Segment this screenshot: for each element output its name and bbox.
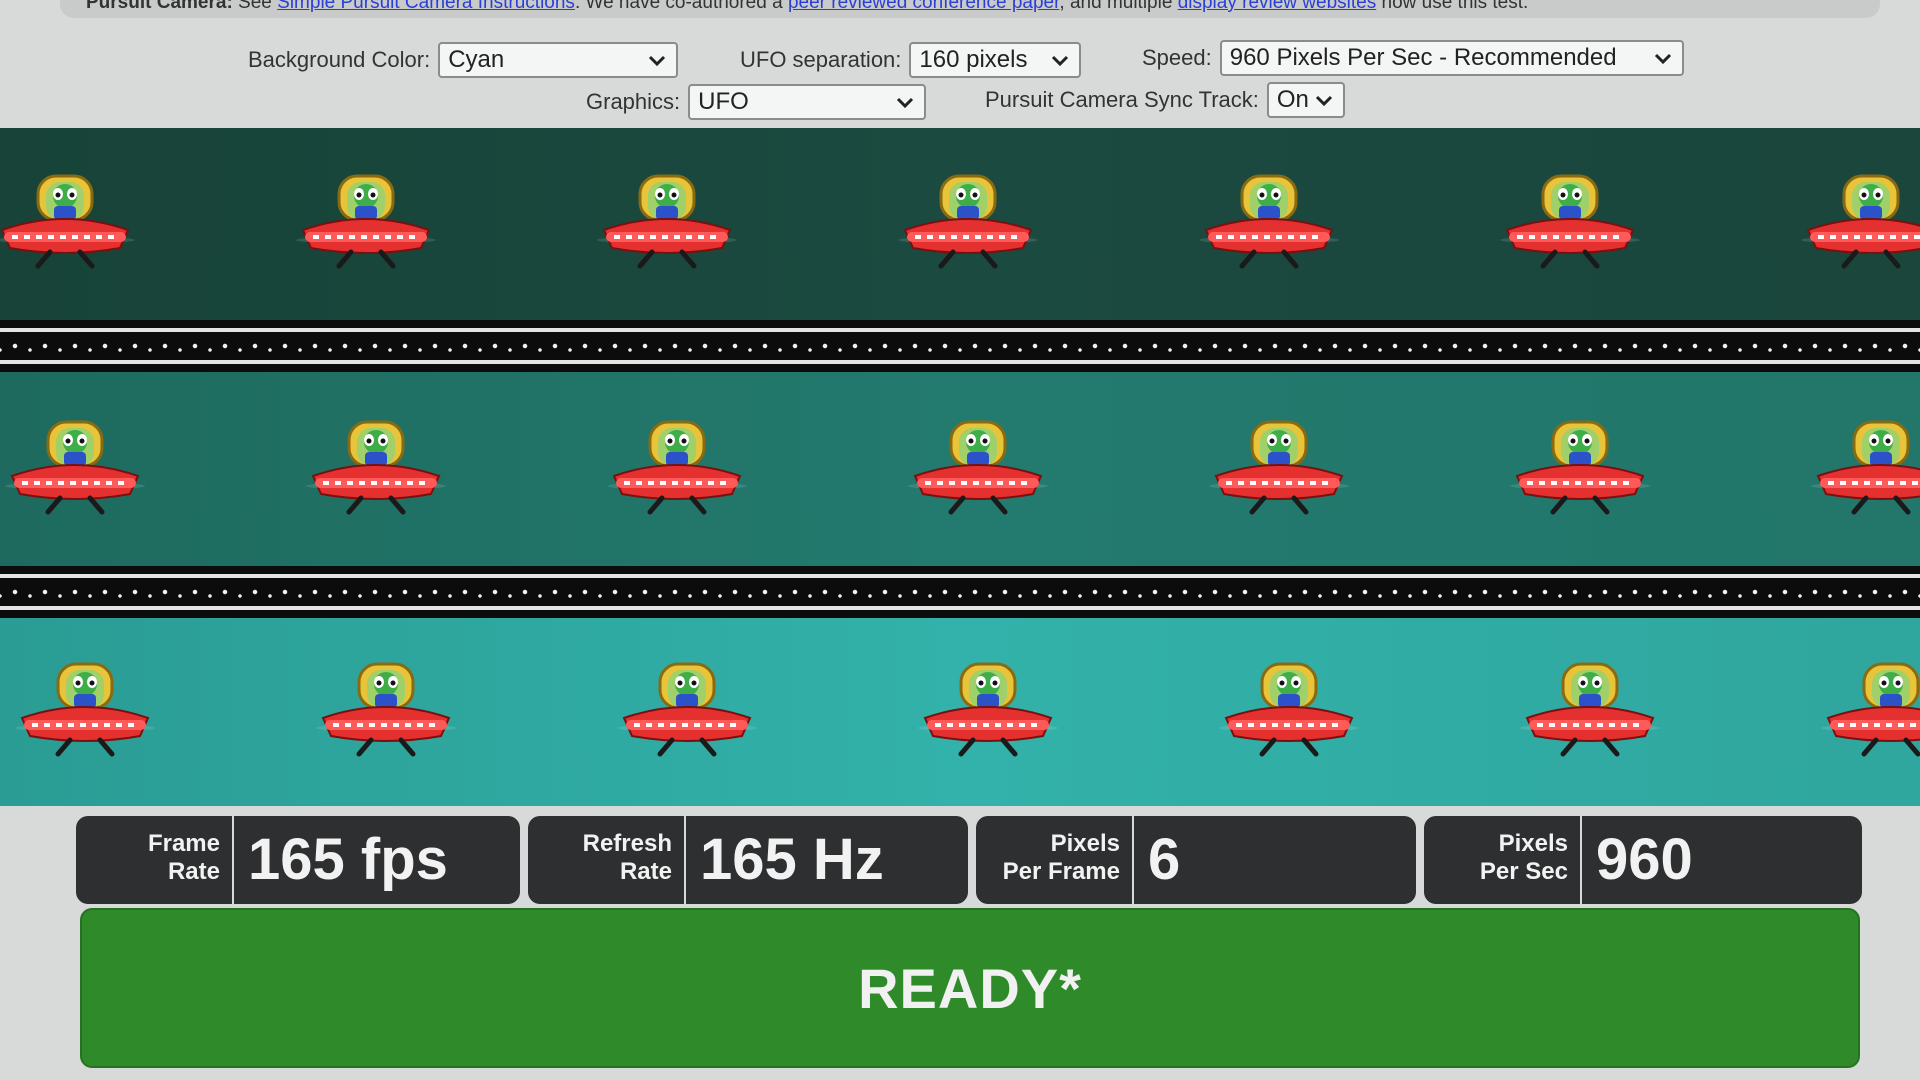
ufo-alien-icon	[893, 168, 1043, 286]
instructions-text-see: See	[232, 0, 278, 13]
sync-track-control: Pursuit Camera Sync Track: On	[985, 82, 1345, 118]
ufo-alien-icon	[903, 414, 1053, 532]
sync-track-label: Pursuit Camera Sync Track:	[985, 87, 1259, 112]
frame-rate-label-line2: Rate	[167, 858, 220, 885]
pixels-per-sec-stat: Pixels Per Sec 960	[1424, 816, 1862, 904]
pixels-per-frame-label-line2: Per Frame	[1002, 858, 1120, 885]
chevron-down-icon	[646, 49, 668, 71]
sync-track-select[interactable]: On	[1266, 82, 1345, 118]
pursuit-camera-instructions: Pursuit Camera: See Simple Pursuit Camer…	[60, 0, 1880, 18]
ufo-alien-icon	[602, 414, 752, 532]
instructions-text-and: , and multiple	[1059, 0, 1178, 13]
ufo-alien-icon	[1796, 168, 1920, 286]
background-color-control: Background Color: Cyan	[248, 42, 679, 78]
ufo-alien-icon	[1194, 168, 1344, 286]
ready-status-banner: READY*	[80, 908, 1860, 1068]
ufo-alien-icon	[612, 656, 762, 774]
sync-track-rail	[0, 328, 1920, 332]
graphics-value: UFO	[698, 88, 749, 115]
frame-rate-label: Frame Rate	[76, 816, 234, 904]
sync-track-markers	[0, 586, 1920, 598]
refresh-rate-stat: Refresh Rate 165 Hz	[528, 816, 968, 904]
ufo-lane-middle	[0, 372, 1920, 566]
ufo-alien-icon	[1495, 168, 1645, 286]
pixels-per-sec-label: Pixels Per Sec	[1424, 816, 1582, 904]
chevron-down-icon	[894, 91, 916, 113]
chevron-down-icon	[1652, 47, 1674, 69]
refresh-rate-label-line1: Refresh	[582, 830, 672, 857]
instructions-link[interactable]: Simple Pursuit Camera Instructions	[277, 0, 575, 13]
paper-link[interactable]: peer reviewed conference paper	[788, 0, 1059, 13]
pixels-per-frame-value: 6	[1148, 827, 1181, 892]
pursuit-camera-label: Pursuit Camera:	[86, 0, 233, 13]
ufo-alien-icon	[311, 656, 461, 774]
ufo-separation-control: UFO separation: 160 pixels	[740, 42, 1082, 78]
graphics-label: Graphics:	[586, 89, 681, 114]
ufo-alien-icon	[1816, 656, 1920, 774]
sync-track-rail	[0, 606, 1920, 610]
ufo-motion-test-area	[0, 128, 1920, 806]
ufo-alien-icon	[0, 414, 150, 532]
graphics-select[interactable]: UFO	[688, 84, 927, 120]
refresh-rate-value: 165 Hz	[700, 827, 884, 892]
ufo-alien-icon	[1515, 656, 1665, 774]
chevron-down-icon	[1049, 49, 1071, 71]
pixels-per-sec-label-line1: Pixels	[1498, 830, 1568, 857]
pixels-per-sec-label-line2: Per Sec	[1479, 858, 1568, 885]
ufo-alien-icon	[1204, 414, 1354, 532]
ufo-alien-icon	[1505, 414, 1655, 532]
speed-select[interactable]: 960 Pixels Per Sec - Recommended	[1219, 40, 1684, 76]
ufo-alien-icon	[291, 168, 441, 286]
sync-track-markers	[0, 340, 1920, 352]
instructions-text-end: now use this test.	[1376, 0, 1529, 13]
ufo-separation-value: 160 pixels	[919, 46, 1028, 73]
pixels-per-frame-label: Pixels Per Frame	[976, 816, 1134, 904]
ufo-separation-label: UFO separation:	[740, 47, 902, 72]
background-color-label: Background Color:	[248, 47, 431, 72]
ufo-separation-select[interactable]: 160 pixels	[909, 42, 1082, 78]
speed-value: 960 Pixels Per Sec - Recommended	[1229, 44, 1617, 71]
ufo-alien-icon	[592, 168, 742, 286]
sync-track-bottom	[0, 566, 1920, 618]
background-color-value: Cyan	[448, 46, 505, 73]
pixels-per-frame-label-line1: Pixels	[1050, 830, 1120, 857]
frame-rate-stat: Frame Rate 165 fps	[76, 816, 520, 904]
speed-control: Speed: 960 Pixels Per Sec - Recommended	[1142, 40, 1684, 76]
instructions-text-mid: . We have co-authored a	[574, 0, 788, 13]
pixels-per-frame-stat: Pixels Per Frame 6	[976, 816, 1416, 904]
frame-rate-value: 165 fps	[248, 827, 448, 892]
ufo-alien-icon	[1806, 414, 1920, 532]
ufo-alien-icon	[0, 168, 140, 286]
refresh-rate-label: Refresh Rate	[528, 816, 686, 904]
ufo-lane-bottom	[0, 618, 1920, 806]
frame-rate-label-line1: Frame	[147, 830, 220, 857]
sync-track-rail	[0, 574, 1920, 578]
background-color-select[interactable]: Cyan	[438, 42, 679, 78]
sync-track-value: On	[1276, 86, 1309, 113]
sync-track-top	[0, 320, 1920, 372]
graphics-control: Graphics: UFO	[586, 84, 927, 120]
ready-status-label: READY*	[858, 956, 1082, 1020]
stats-bar: Frame Rate 165 fps Refresh Rate 165 Hz P…	[76, 816, 1862, 908]
ufo-lane-top	[0, 128, 1920, 320]
ufo-alien-icon	[10, 656, 160, 774]
refresh-rate-label-line2: Rate	[619, 858, 672, 885]
ufo-alien-icon	[1214, 656, 1364, 774]
ufo-alien-icon	[913, 656, 1063, 774]
speed-label: Speed:	[1142, 45, 1212, 70]
review-websites-link[interactable]: display review websites	[1178, 0, 1377, 13]
sync-track-rail	[0, 360, 1920, 364]
pixels-per-sec-value: 960	[1596, 827, 1693, 892]
ufo-alien-icon	[301, 414, 451, 532]
chevron-down-icon	[1313, 89, 1335, 111]
